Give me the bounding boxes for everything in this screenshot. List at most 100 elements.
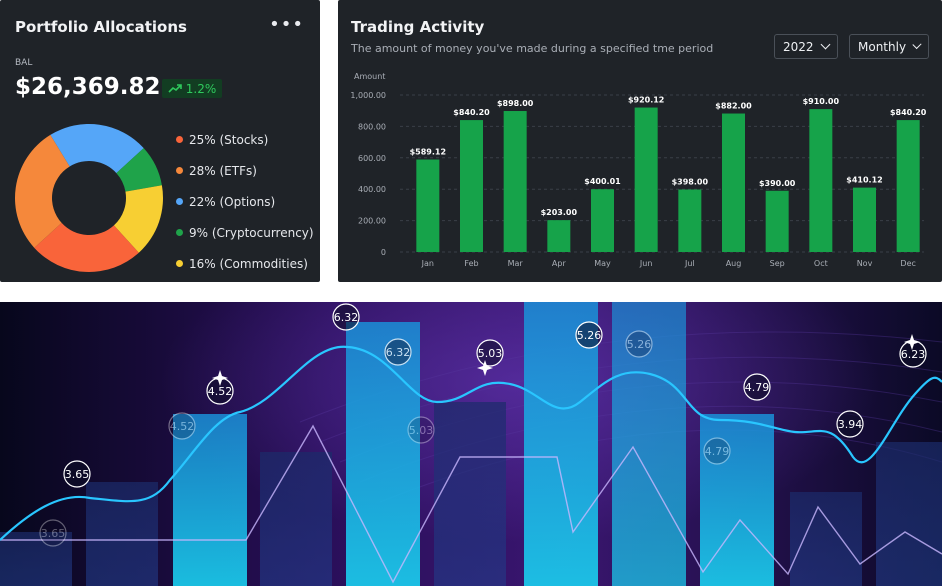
- balance-label: BAL: [15, 58, 33, 68]
- bar-sep[interactable]: [765, 190, 789, 252]
- hero-value-badge: 5.03: [476, 339, 504, 367]
- x-tick-label: Mar: [508, 259, 524, 268]
- bar-apr[interactable]: [547, 220, 571, 252]
- portfolio-title: Portfolio Allocations: [15, 18, 187, 36]
- bar-may[interactable]: [591, 189, 614, 252]
- year-select[interactable]: 2022: [774, 34, 838, 59]
- bar-data-label: $410.12: [846, 176, 882, 185]
- hero-value-label: 6.32: [386, 346, 411, 359]
- legend-label: 28% (ETFs): [189, 163, 257, 178]
- x-tick-label: Jan: [421, 259, 434, 268]
- hero-value-label: 5.26: [577, 329, 602, 342]
- bar-jul[interactable]: [678, 189, 702, 252]
- bar-data-label: $920.12: [628, 96, 664, 105]
- x-tick-label: Apr: [552, 259, 567, 268]
- hero-value-badge: 4.52: [168, 412, 196, 440]
- hero-value-label: 5.03: [409, 424, 434, 437]
- hero-value-badge: 5.26: [625, 330, 653, 358]
- x-tick-label: Oct: [814, 259, 828, 268]
- bar-data-label: $400.01: [584, 177, 621, 186]
- hero-value-label: 3.94: [838, 418, 863, 431]
- x-tick-label: Nov: [857, 259, 873, 268]
- legend-item: 9% (Cryptocurrency): [176, 217, 314, 248]
- cryptocurrency-legend-dot: [176, 229, 183, 236]
- bar-data-label: $898.00: [497, 99, 534, 108]
- y-tick-label: 800.00: [358, 122, 386, 131]
- portfolio-allocations-card: Portfolio Allocations ••• BAL $26,369.82…: [0, 0, 320, 282]
- legend-label: 22% (Options): [189, 194, 276, 209]
- stocks-legend-dot: [176, 136, 183, 143]
- bar-mar[interactable]: [503, 111, 527, 252]
- change-value: 1.2%: [185, 81, 217, 96]
- x-tick-label: Dec: [900, 259, 915, 268]
- hero-value-badge: 3.65: [63, 460, 91, 488]
- hero-bar: [434, 402, 506, 586]
- bar-data-label: $840.20: [890, 108, 927, 117]
- bar-data-label: $203.00: [541, 208, 578, 217]
- hero-value-badge: 4.79: [743, 373, 771, 401]
- commodities-legend-dot: [176, 260, 183, 267]
- hero-chart-svg: 3.65 4.52 6.32 6.32 5.03 5.26 5.26 4.79 3.94 6.23…: [0, 302, 942, 586]
- bar-data-label: $390.00: [759, 179, 796, 188]
- hero-value-badge: 5.03: [407, 416, 435, 444]
- bar-dec[interactable]: [896, 120, 920, 253]
- x-tick-label: Jul: [684, 259, 695, 268]
- hero-bar: [790, 492, 862, 586]
- hero-value-label: 6.23: [901, 348, 926, 361]
- y-tick-label: 1,000.00: [350, 91, 386, 100]
- change-badge: 1.2%: [162, 79, 222, 98]
- bar-data-label: $882.00: [715, 102, 752, 111]
- hero-value-label: 5.03: [478, 347, 503, 360]
- allocation-donut-chart: [15, 124, 164, 272]
- balance-value: $26,369.82: [15, 74, 161, 100]
- x-tick-label: Feb: [464, 259, 478, 268]
- year-select-value: 2022: [783, 39, 814, 54]
- hero-value-badge: 6.32: [332, 303, 360, 331]
- more-horizontal-icon[interactable]: •••: [269, 14, 304, 35]
- trading-subtitle: The amount of money you've made during a…: [351, 42, 714, 55]
- hero-value-label: 4.79: [745, 381, 770, 394]
- hero-value-label: 6.32: [334, 311, 359, 324]
- bar-feb[interactable]: [460, 120, 483, 253]
- legend-item: 28% (ETFs): [176, 155, 314, 186]
- hero-value-badge: 3.65: [39, 519, 67, 547]
- hero-value-label: 5.26: [627, 338, 652, 351]
- y-tick-label: 0: [381, 248, 386, 257]
- legend-label: 16% (Commodities): [189, 256, 308, 271]
- legend-item: 25% (Stocks): [176, 124, 314, 155]
- hero-bar: [173, 414, 247, 586]
- bar-data-label: $398.00: [672, 178, 709, 187]
- hero-value-badge: 6.32: [384, 338, 412, 366]
- legend-item: 16% (Commodities): [176, 248, 314, 279]
- etfs-legend-dot: [176, 167, 183, 174]
- hero-value-badge: 4.79: [703, 437, 731, 465]
- options-legend-dot: [176, 198, 183, 205]
- hero-value-label: 3.65: [65, 468, 90, 481]
- trending-up-icon: [168, 83, 182, 93]
- y-tick-label: 600.00: [358, 154, 386, 163]
- bar-data-label: $910.00: [803, 97, 840, 106]
- trading-bar-chart: 0 200.00 400.00 600.00 800.00 1,000.00 $589.12…: [350, 91, 927, 268]
- bar-data-label: $840.20: [453, 108, 490, 117]
- x-tick-label: Aug: [726, 259, 742, 268]
- hero-value-label: 4.52: [208, 385, 233, 398]
- legend-label: 25% (Stocks): [189, 132, 269, 147]
- bar-aug[interactable]: [722, 113, 745, 252]
- bar-jan[interactable]: [416, 159, 440, 252]
- y-tick-label: 200.00: [358, 217, 386, 226]
- bar-jun[interactable]: [634, 107, 658, 252]
- bar-data-label: $589.12: [410, 148, 446, 157]
- chevron-down-icon: [820, 39, 831, 50]
- hero-bar: [260, 452, 332, 586]
- hero-bar: [876, 442, 942, 586]
- bar-oct[interactable]: [809, 109, 833, 252]
- hero-value-badge: 5.26: [575, 321, 603, 349]
- y-tick-label: 400.00: [358, 185, 386, 194]
- legend-item: 22% (Options): [176, 186, 314, 217]
- hero-value-label: 4.79: [705, 445, 730, 458]
- hero-value-label: 3.65: [41, 527, 66, 540]
- bar-nov[interactable]: [853, 187, 876, 252]
- period-select[interactable]: Monthly: [849, 34, 929, 59]
- hero-value-label: 4.52: [170, 420, 195, 433]
- legend-label: 9% (Cryptocurrency): [189, 225, 314, 240]
